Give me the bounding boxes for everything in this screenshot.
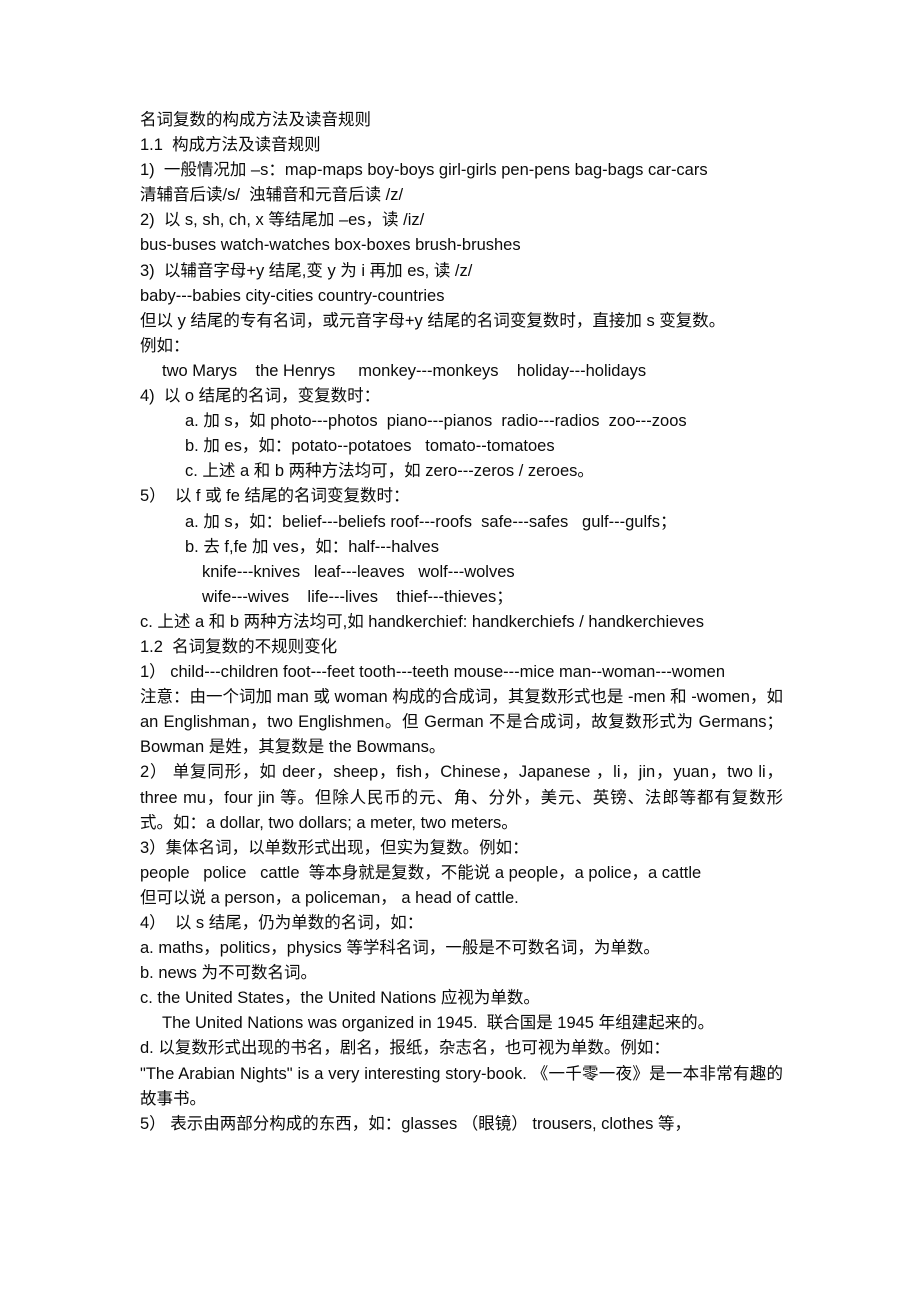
doc-line-r4: 4) 以 o 结尾的名词，变复数时： [140, 387, 381, 406]
doc-line-h-1-1: 1.1 构成方法及读音规则 [140, 136, 321, 155]
doc-line-r5-b: b. 去 f,fe 加 ves，如：half---halves [185, 537, 439, 556]
doc-line-ir3-ex2: 但可以说 a person，a policeman， a head of cat… [140, 888, 519, 907]
doc-line-ir3: 3）集体名词，以单数形式出现，但实为复数。例如： [140, 838, 529, 857]
document-body: 名词复数的构成方法及读音规则 1.1 构成方法及读音规则 1) 一般情况加 –s：m… [140, 108, 783, 1137]
doc-line-r5-c: c. 上述 a 和 b 两种方法均可,如 handkerchief: handk… [140, 612, 704, 631]
doc-line-ir4: 4） 以 s 结尾，仍为单数的名词，如： [140, 914, 424, 932]
doc-line-ir4-d-ex: "The Arabian Nights" is a very interesti… [140, 1064, 783, 1108]
doc-line-ir2: 2） 单复同形，如 deer，sheep，fish，Chinese，Japane… [140, 763, 783, 832]
doc-line-title: 名词复数的构成方法及读音规则 [140, 111, 371, 129]
doc-line-ir1-note: 注意：由一个词加 man 或 woman 构成的合成词，其复数形式也是 -men… [140, 688, 783, 757]
doc-line-ir4-a: a. maths，politics，physics 等学科名词，一般是不可数名词… [140, 939, 660, 958]
doc-line-r3-eg: 例如： [140, 336, 190, 355]
document-page: 名词复数的构成方法及读音规则 1.1 构成方法及读音规则 1) 一般情况加 –s：m… [0, 0, 920, 1302]
doc-line-ir4-d: d. 以复数形式出现的书名，剧名，报纸，杂志名，也可视为单数。例如： [140, 1039, 670, 1058]
doc-line-h-1-2: 1.2 名词复数的不规则变化 [140, 637, 338, 656]
doc-line-r2: 2) 以 s, sh, ch, x 等结尾加 –es，读 /iz/ [140, 211, 425, 230]
doc-line-ir3-ex1: people police cattle 等本身就是复数，不能说 a peopl… [140, 863, 702, 882]
doc-line-r5: 5） 以 f 或 fe 结尾的名词变复数时： [140, 487, 410, 506]
doc-line-r3: 3) 以辅音字母+y 结尾,变 y 为 i 再加 es, 读 /z/ [140, 261, 473, 280]
doc-line-r2-ex: bus-buses watch-watches box-boxes brush-… [140, 236, 521, 255]
doc-line-r1: 1) 一般情况加 –s：map-maps boy-boys girl-girls… [140, 161, 708, 180]
doc-line-r5-b3: wife---wives life---lives thief---thieve… [202, 587, 513, 606]
doc-line-r4-c: c. 上述 a 和 b 两种方法均可，如 zero---zeros / zero… [185, 462, 594, 481]
doc-line-r5-a: a. 加 s，如：belief---beliefs roof---roofs s… [185, 512, 677, 531]
doc-line-ir4-b: b. news 为不可数名词。 [140, 964, 317, 983]
doc-line-ir4-c-ex: The United Nations was organized in 1945… [162, 1014, 715, 1033]
doc-line-ir1: 1） child---children foot---feet tooth---… [140, 663, 726, 682]
doc-line-r3-note: 但以 y 结尾的专有名词，或元音字母+y 结尾的名词变复数时，直接加 s 变复数… [140, 311, 726, 330]
doc-line-r3-eg-list: two Marys the Henrys monkey---monkeys ho… [162, 361, 647, 380]
doc-line-ir5: 5） 表示由两部分构成的东西，如：glasses （眼镜） trousers, … [140, 1114, 692, 1133]
doc-line-ir4-c: c. the United States，the United Nations … [140, 989, 540, 1008]
doc-line-r4-a: a. 加 s，如 photo---photos piano---pianos r… [185, 412, 687, 431]
doc-line-r3-ex: baby---babies city-cities country-countr… [140, 286, 445, 305]
doc-line-r1-note: 清辅音后读/s/ 浊辅音和元音后读 /z/ [140, 186, 404, 205]
doc-line-r5-b2: knife---knives leaf---leaves wolf---wolv… [202, 562, 515, 581]
doc-line-r4-b: b. 加 es，如：potato--potatoes tomato--tomat… [185, 437, 555, 456]
